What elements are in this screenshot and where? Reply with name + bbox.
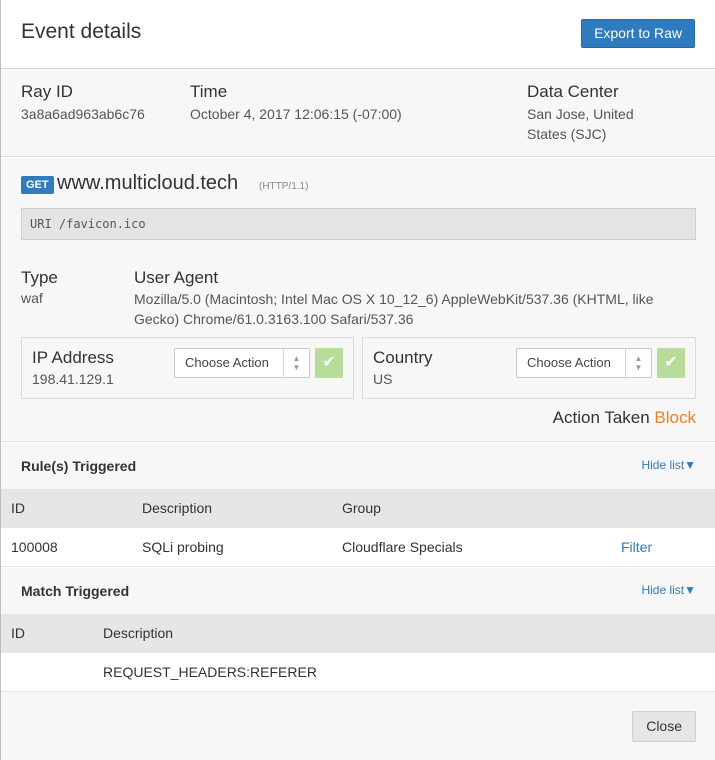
country-box: Country US Choose Action ▲ ▼ ✔ (362, 337, 696, 399)
request-uri: URI /favicon.ico (21, 208, 696, 240)
column-header-group: Group (342, 500, 381, 516)
http-method-badge: GET (21, 176, 54, 194)
action-taken: Action Taken Block (553, 408, 696, 428)
filter-link[interactable]: Filter (621, 539, 652, 555)
table-row: REQUEST_HEADERS:REFERER (1, 653, 715, 692)
rules-triggered-header: Rule(s) Triggered Hide list▼ (1, 443, 715, 489)
time-group: Time October 4, 2017 12:06:15 (-07:00) (190, 82, 402, 124)
ip-address-box: IP Address 198.41.129.1 Choose Action ▲ ▼… (21, 337, 354, 399)
column-header-description: Description (103, 625, 174, 641)
ip-address-label: IP Address (32, 348, 114, 367)
rule-group: Cloudflare Specials (342, 539, 463, 555)
country-label: Country (373, 348, 433, 367)
ray-id-group: Ray ID 3a8a6ad963ab6c76 (21, 82, 145, 124)
rules-hide-list-link[interactable]: Hide list▼ (641, 458, 696, 472)
rule-description: SQLi probing (142, 539, 224, 555)
type-value: waf (21, 290, 43, 306)
data-center-group: Data Center San Jose, United States (SJC… (527, 82, 677, 144)
match-hide-list-link[interactable]: Hide list▼ (641, 583, 696, 597)
action-taken-value: Block (654, 408, 696, 427)
user-agent-label: User Agent (134, 268, 219, 287)
data-center-label: Data Center (527, 82, 619, 101)
rules-table-header: ID Description Group (1, 489, 715, 528)
http-protocol: (HTTP/1.1) (259, 181, 309, 192)
time-value: October 4, 2017 12:06:15 (-07:00) (190, 106, 402, 122)
ip-address-value: 198.41.129.1 (32, 371, 114, 387)
column-header-id: ID (11, 500, 25, 516)
ray-id-value: 3a8a6ad963ab6c76 (21, 106, 145, 122)
user-agent-value: Mozilla/5.0 (Macintosh; Intel Mac OS X 1… (134, 291, 654, 327)
ip-action-select-value: Choose Action (185, 355, 269, 370)
close-button[interactable]: Close (632, 711, 696, 742)
match-triggered-title: Match Triggered (21, 583, 130, 599)
event-summary: Ray ID 3a8a6ad963ab6c76 Time October 4, … (1, 69, 715, 157)
data-center-line-1: San Jose, United (527, 106, 634, 122)
match-table-header: ID Description (1, 614, 715, 653)
rule-id: 100008 (11, 539, 58, 555)
column-header-id: ID (11, 625, 25, 641)
modal-footer: Close (1, 691, 715, 760)
time-label: Time (190, 82, 228, 101)
country-value: US (373, 371, 393, 387)
export-to-raw-button[interactable]: Export to Raw (581, 19, 695, 48)
modal-title: Event details (21, 20, 142, 43)
type-label: Type (21, 268, 58, 287)
ip-action-select[interactable]: Choose Action ▲ ▼ (174, 348, 310, 378)
ray-id-label: Ray ID (21, 82, 73, 101)
country-action-select[interactable]: Choose Action ▲ ▼ (516, 348, 652, 378)
request-host: www.multicloud.tech (57, 172, 239, 194)
select-arrows-icon: ▲ ▼ (283, 349, 309, 377)
rules-triggered-title: Rule(s) Triggered (21, 458, 137, 474)
table-row: 100008 SQLi probing Cloudflare Specials … (1, 528, 715, 567)
action-taken-label: Action Taken (552, 408, 650, 427)
column-header-description: Description (142, 500, 213, 516)
country-action-select-value: Choose Action (527, 355, 611, 370)
ip-apply-check-button[interactable]: ✔ (315, 348, 343, 378)
event-details-modal: Event details Export to Raw Ray ID 3a8a6… (0, 0, 715, 760)
select-arrows-icon: ▲ ▼ (625, 349, 651, 377)
match-description: REQUEST_HEADERS:REFERER (103, 664, 317, 680)
data-center-line-2: States (SJC) (527, 126, 607, 142)
data-center-value: San Jose, United States (SJC) (527, 104, 677, 144)
request-details: GET www.multicloud.tech (HTTP/1.1) URI /… (1, 158, 715, 442)
match-triggered-header: Match Triggered Hide list▼ (1, 568, 715, 614)
modal-header: Event details Export to Raw (1, 0, 715, 69)
country-apply-check-button[interactable]: ✔ (657, 348, 685, 378)
